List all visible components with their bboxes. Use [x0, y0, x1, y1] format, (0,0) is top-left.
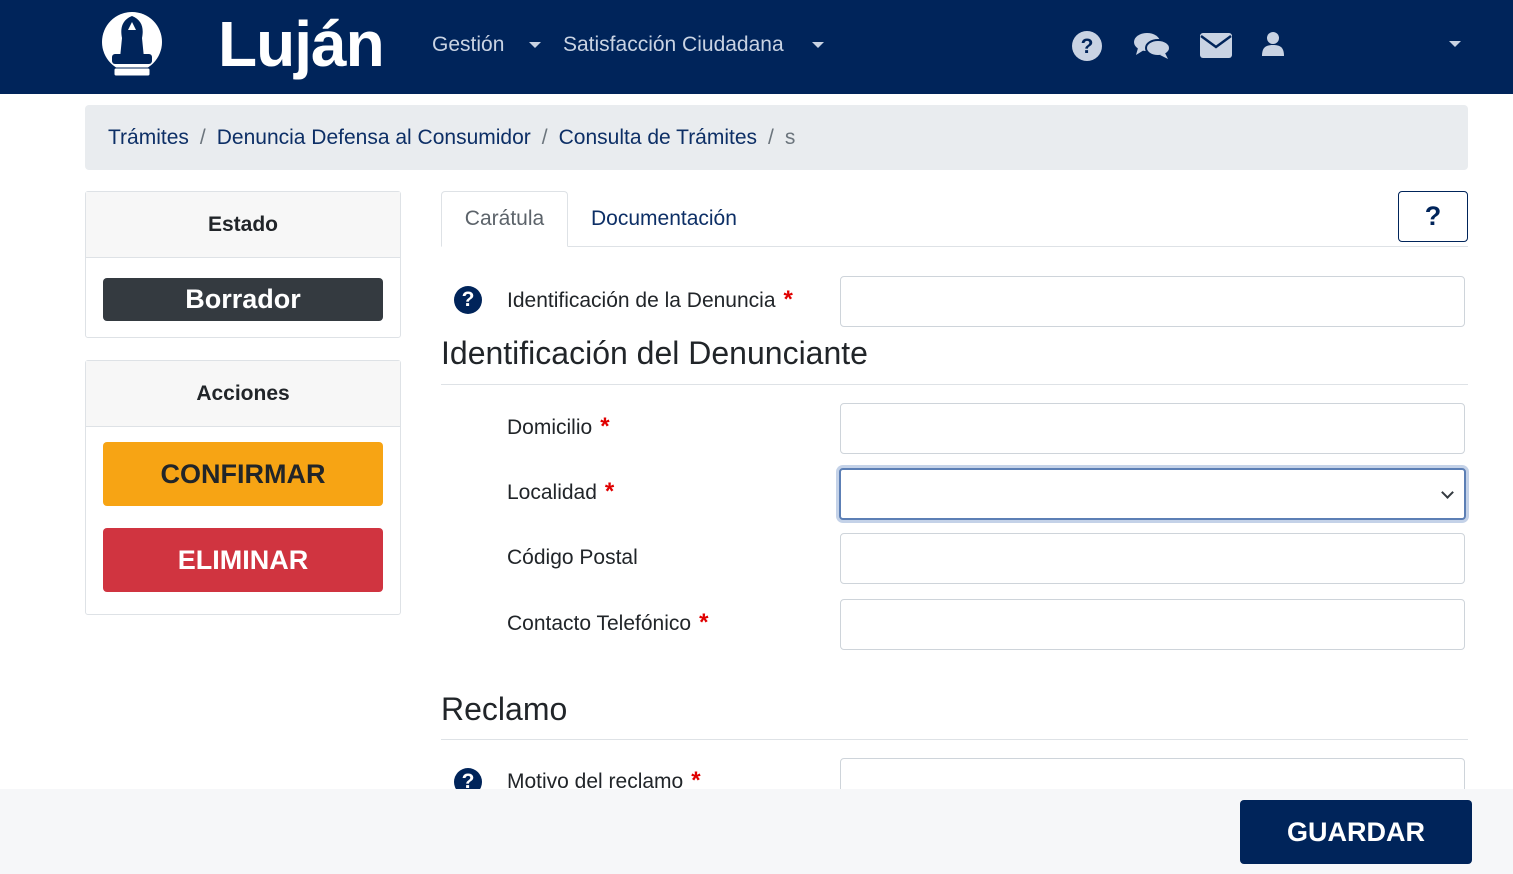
- acciones-card: Acciones CONFIRMAR ELIMINAR: [85, 360, 401, 615]
- codigo-postal-input[interactable]: [840, 533, 1465, 584]
- breadcrumb-consulta[interactable]: Consulta de Trámites: [559, 126, 757, 150]
- breadcrumb-denuncia[interactable]: Denuncia Defensa al Consumidor: [217, 126, 531, 150]
- breadcrumb-separator: /: [541, 125, 548, 149]
- svg-text:?: ?: [1081, 35, 1094, 58]
- user-icon[interactable]: [1262, 31, 1284, 56]
- municipal-seal-icon[interactable]: [100, 8, 164, 84]
- nav-gestion[interactable]: Gestión: [432, 30, 504, 60]
- domicilio-label-text: Domicilio: [507, 416, 593, 439]
- localidad-select[interactable]: [839, 468, 1466, 520]
- required-asterisk: *: [604, 478, 615, 505]
- nav-satisfaccion-label: Satisfacción Ciudadana: [563, 33, 784, 56]
- tab-documentacion-label: Documentación: [591, 207, 737, 230]
- tab-documentacion[interactable]: Documentación: [591, 191, 737, 247]
- estado-card: Estado Borrador: [85, 191, 401, 338]
- chat-icon[interactable]: [1133, 31, 1171, 61]
- localidad-label-text: Localidad: [507, 481, 597, 504]
- section-denunciante-title: Identificación del Denunciante: [441, 335, 868, 371]
- identificacion-denuncia-label-text: Identificación de la Denuncia: [507, 289, 776, 312]
- section-reclamo-title: Reclamo: [441, 691, 568, 727]
- contacto-label-text: Contacto Telefónico: [507, 612, 692, 635]
- contacto-telefonico-input[interactable]: [840, 599, 1465, 650]
- estado-card-title: Estado: [86, 192, 400, 258]
- nav-gestion-label: Gestión: [432, 33, 505, 56]
- breadcrumb-current: s: [784, 125, 796, 149]
- help-circle-icon[interactable]: ?: [1071, 30, 1103, 62]
- required-asterisk: *: [600, 413, 610, 440]
- nav-satisfaccion[interactable]: Satisfacción Ciudadana: [563, 30, 784, 60]
- localidad-label: Localidad *: [507, 478, 614, 507]
- breadcrumb: Trámites / Denuncia Defensa al Consumido…: [85, 105, 1468, 170]
- codigo-postal-label-text: Código Postal: [507, 546, 638, 569]
- footer-bar: GUARDAR: [0, 789, 1513, 874]
- help-button[interactable]: ?: [1398, 191, 1468, 242]
- tab-caratula-label: Carátula: [464, 207, 545, 230]
- save-button[interactable]: GUARDAR: [1240, 800, 1472, 864]
- identificacion-denuncia-label: Identificación de la Denuncia *: [507, 286, 793, 315]
- domicilio-label: Domicilio *: [507, 413, 610, 442]
- section-divider: [441, 384, 1468, 385]
- chevron-down-icon: [1441, 486, 1454, 499]
- codigo-postal-label: Código Postal: [507, 544, 638, 572]
- identificacion-denuncia-input[interactable]: [840, 276, 1465, 327]
- mail-icon[interactable]: [1200, 33, 1232, 58]
- domicilio-input[interactable]: [840, 403, 1465, 454]
- chevron-down-icon[interactable]: [529, 42, 541, 48]
- help-circle-icon[interactable]: ?: [454, 286, 482, 314]
- contacto-label: Contacto Telefónico *: [507, 609, 708, 638]
- breadcrumb-separator: /: [199, 125, 206, 149]
- status-badge: Borrador: [103, 278, 383, 321]
- required-asterisk: *: [699, 609, 709, 636]
- breadcrumb-separator: /: [768, 125, 774, 149]
- breadcrumb-tramites[interactable]: Trámites: [108, 126, 189, 150]
- brand-title[interactable]: Luján: [218, 2, 385, 86]
- tab-caratula[interactable]: Carátula: [441, 191, 568, 247]
- acciones-card-title: Acciones: [86, 361, 400, 427]
- user-menu-chevron-down-icon[interactable]: [1449, 41, 1461, 47]
- required-asterisk: *: [783, 286, 793, 313]
- section-divider: [441, 739, 1468, 740]
- confirm-button[interactable]: CONFIRMAR: [103, 442, 383, 506]
- chevron-down-icon[interactable]: [812, 42, 824, 48]
- delete-button[interactable]: ELIMINAR: [103, 528, 383, 592]
- top-navbar: Luján Gestión Satisfacción Ciudadana ?: [0, 0, 1513, 94]
